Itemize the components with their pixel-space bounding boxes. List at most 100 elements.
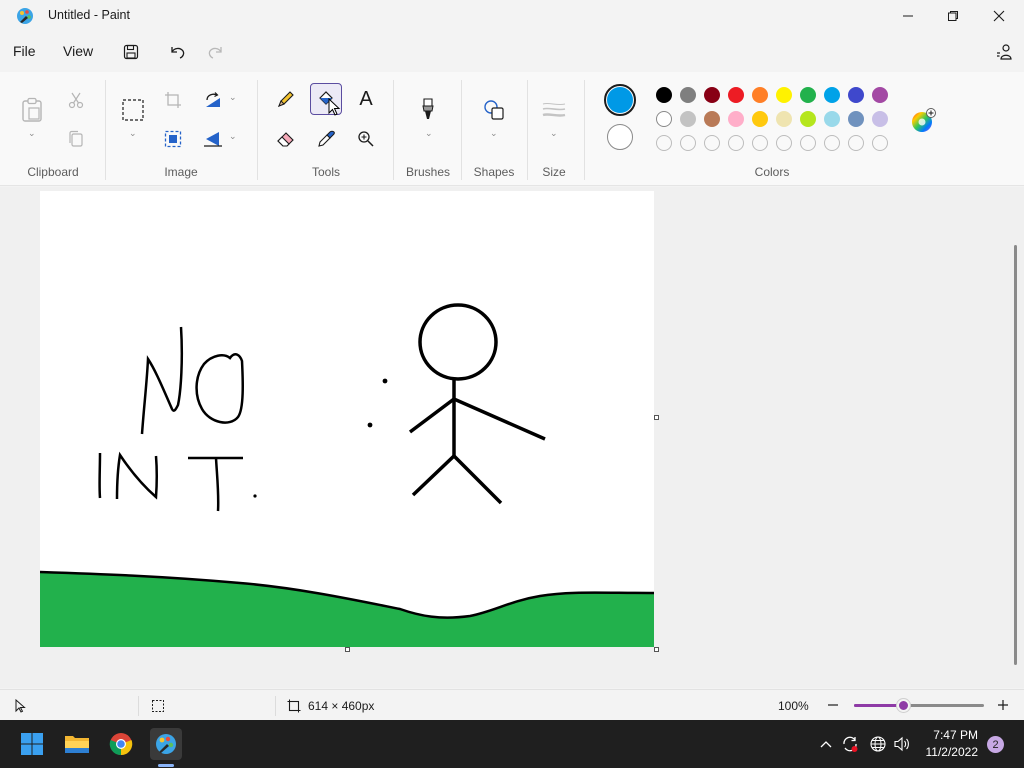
palette-swatch[interactable]	[800, 87, 816, 103]
resize-icon	[164, 130, 182, 148]
pencil-button[interactable]	[272, 85, 300, 113]
save-button[interactable]	[118, 40, 144, 64]
taskbar-chrome[interactable]	[105, 728, 137, 760]
clock-date[interactable]: 11/2/2022	[918, 745, 979, 759]
folder-icon	[65, 736, 89, 753]
size-button[interactable]	[540, 96, 568, 124]
edit-colors-icon[interactable]	[910, 108, 936, 134]
canvas-resize-handle-bottom[interactable]	[345, 647, 350, 652]
zoom-level[interactable]: 100%	[778, 699, 809, 713]
palette-swatch[interactable]	[848, 87, 864, 103]
paste-chevron-icon[interactable]: ⌄	[28, 128, 36, 139]
palette-swatch[interactable]	[872, 111, 888, 127]
palette-swatch[interactable]	[728, 111, 744, 127]
shapes-chevron-icon[interactable]: ⌄	[490, 128, 498, 139]
palette-swatch[interactable]	[656, 87, 672, 103]
notification-badge[interactable]: 2	[987, 736, 1004, 753]
vertical-scrollbar[interactable]	[1014, 245, 1017, 665]
restore-button[interactable]	[930, 0, 976, 32]
zoom-slider[interactable]	[854, 699, 984, 712]
stroke-size-icon	[542, 102, 566, 117]
custom-color-slot[interactable]	[728, 135, 744, 151]
palette-swatch[interactable]	[752, 87, 768, 103]
canvas-resize-handle-right[interactable]	[654, 415, 659, 420]
rotate-button[interactable]	[199, 86, 227, 114]
menu-view[interactable]: View	[63, 43, 93, 59]
tray-network-button[interactable]	[868, 734, 888, 754]
copy-button[interactable]	[62, 125, 90, 153]
custom-color-slot[interactable]	[680, 135, 696, 151]
custom-color-slot[interactable]	[776, 135, 792, 151]
window-title: Untitled - Paint	[48, 8, 130, 22]
palette-swatch[interactable]	[728, 87, 744, 103]
primary-color-button[interactable]	[604, 84, 636, 116]
palette-swatch[interactable]	[872, 87, 888, 103]
ribbon-separator	[527, 80, 528, 180]
custom-color-slot[interactable]	[848, 135, 864, 151]
close-button[interactable]	[976, 0, 1022, 32]
custom-color-slot[interactable]	[800, 135, 816, 151]
custom-color-slot[interactable]	[656, 135, 672, 151]
mouse-cursor-icon	[328, 98, 341, 116]
palette-swatch[interactable]	[824, 87, 840, 103]
brushes-chevron-icon[interactable]: ⌄	[425, 128, 433, 139]
zoom-slider-thumb[interactable]	[897, 699, 910, 712]
canvas-resize-handle-corner[interactable]	[654, 647, 659, 652]
custom-color-slot[interactable]	[704, 135, 720, 151]
size-chevron-icon[interactable]: ⌄	[550, 128, 558, 139]
shapes-button[interactable]	[480, 96, 508, 124]
palette-swatch[interactable]	[776, 111, 792, 127]
zoom-in-icon[interactable]	[997, 699, 1009, 711]
menu-file[interactable]: File	[13, 43, 36, 59]
select-chevron-icon[interactable]: ⌄	[129, 128, 137, 139]
chevron-up-icon	[820, 741, 832, 748]
custom-color-slot[interactable]	[752, 135, 768, 151]
zoom-out-icon[interactable]	[827, 699, 839, 711]
rotate-chevron-icon[interactable]: ⌄	[229, 92, 237, 103]
resize-button[interactable]	[159, 125, 187, 153]
ribbon-toolbar: ⌄ Clipboard ⌄ ⌄ ⌄ Image A Tools ⌄ Brushe…	[0, 72, 1024, 186]
palette-swatch[interactable]	[680, 111, 696, 127]
clock-time[interactable]: 7:47 PM	[930, 728, 978, 742]
select-button[interactable]	[119, 96, 147, 124]
palette-swatch[interactable]	[704, 87, 720, 103]
palette-swatch[interactable]	[848, 111, 864, 127]
flip-button[interactable]	[199, 125, 227, 153]
taskbar-paint[interactable]	[150, 728, 182, 760]
palette-swatch[interactable]	[656, 111, 672, 127]
primary-color-swatch	[607, 87, 633, 113]
taskbar-file-explorer[interactable]	[61, 728, 93, 760]
drawing-canvas[interactable]	[39, 191, 655, 647]
palette-swatch[interactable]	[704, 111, 720, 127]
palette-swatch[interactable]	[680, 87, 696, 103]
secondary-color-button[interactable]	[607, 124, 633, 150]
start-button[interactable]	[16, 728, 48, 760]
crop-button[interactable]	[159, 86, 187, 114]
tray-sync-button[interactable]	[840, 734, 860, 754]
sync-icon	[843, 736, 858, 752]
stick-figure-arms	[408, 396, 546, 441]
status-separator	[138, 696, 139, 716]
speaker-icon	[894, 736, 909, 752]
minimize-button[interactable]	[885, 0, 931, 32]
custom-color-slot[interactable]	[824, 135, 840, 151]
palette-swatch[interactable]	[824, 111, 840, 127]
text-button[interactable]: A	[352, 85, 380, 113]
palette-swatch[interactable]	[800, 111, 816, 127]
brushes-button[interactable]	[414, 96, 442, 124]
paste-button[interactable]	[18, 96, 46, 124]
flip-chevron-icon[interactable]: ⌄	[229, 131, 237, 142]
color-picker-button[interactable]	[312, 125, 340, 153]
tray-volume-button[interactable]	[892, 734, 912, 754]
magnifier-button[interactable]	[352, 125, 380, 153]
palette-swatch[interactable]	[776, 87, 792, 103]
cut-button[interactable]	[62, 86, 90, 114]
palette-swatch[interactable]	[752, 111, 768, 127]
tray-overflow-button[interactable]	[816, 734, 836, 754]
canvas-drawing	[39, 303, 655, 647]
account-button[interactable]	[993, 41, 1015, 63]
eraser-button[interactable]	[272, 125, 300, 153]
undo-button[interactable]	[164, 40, 190, 64]
redo-button[interactable]	[203, 40, 229, 64]
custom-color-slot[interactable]	[872, 135, 888, 151]
